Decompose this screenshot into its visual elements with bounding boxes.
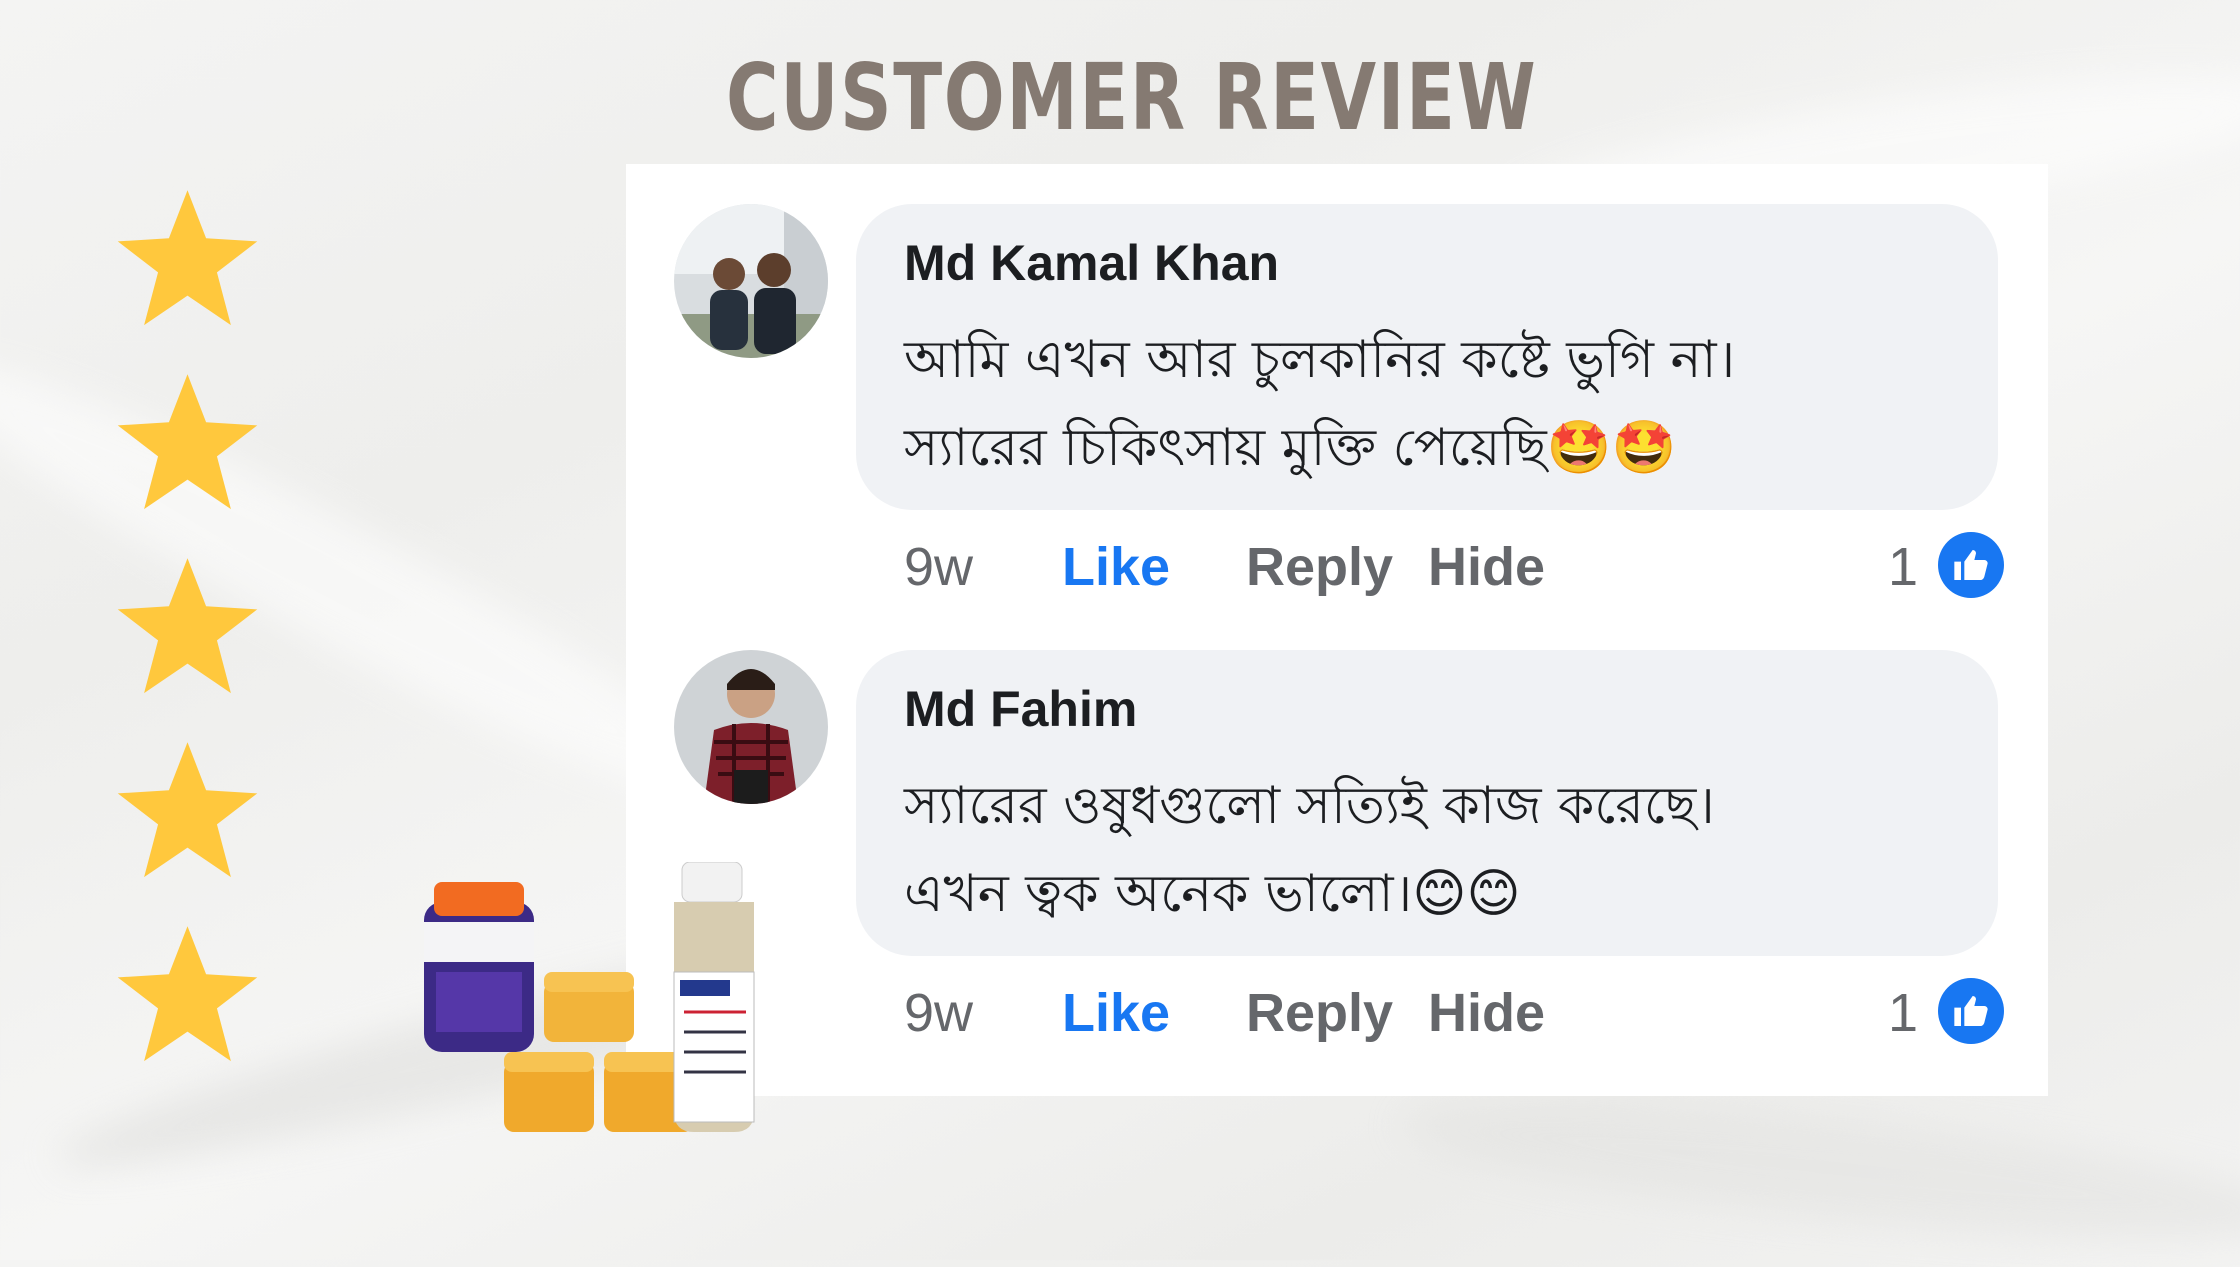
reaction-count: 1 [1888, 983, 1919, 1043]
avatar-two-men-icon[interactable] [674, 204, 828, 358]
comment-author[interactable]: Md Kamal Khan [904, 234, 1279, 292]
reply-button[interactable]: Reply [1246, 536, 1393, 598]
comment-text-line: স্যারের ওষুধগুলো সত্যিই কাজ করেছে। [904, 776, 1715, 836]
comments-card: Md Kamal Khan আমি এখন আর চুলকানির কষ্টে … [626, 164, 2048, 1096]
comment-text-line: এখন ত্বক অনেক ভালো।😊😊 [904, 850, 1715, 938]
rating-stars [110, 180, 270, 1100]
comment-text-line-body: এখন ত্বক অনেক ভালো। [904, 864, 1413, 924]
comment-bubble: Md Fahim স্যারের ওষুধগুলো সত্যিই কাজ করে… [856, 650, 1998, 956]
page-title: CUSTOMER REVIEW [726, 44, 1538, 151]
hide-button[interactable]: Hide [1428, 982, 1545, 1044]
star-icon [117, 558, 258, 694]
comment-text: স্যারের ওষুধগুলো সত্যিই কাজ করেছে। এখন ত… [904, 762, 1715, 938]
star-icon [117, 926, 258, 1062]
star-icon [117, 742, 258, 878]
avatar-man-checked-shirt-icon[interactable] [674, 650, 828, 804]
comment-text: আমি এখন আর চুলকানির কষ্টে ভুগি না। স্যার… [904, 316, 1735, 492]
comment-text-line-body: স্যারের চিকিৎসায় মুক্তি পেয়েছি [904, 418, 1547, 478]
like-button[interactable]: Like [1062, 982, 1170, 1044]
reply-button[interactable]: Reply [1246, 982, 1393, 1044]
reaction-count: 1 [1888, 537, 1919, 597]
product-bottles-image [424, 862, 755, 1132]
like-button[interactable]: Like [1062, 536, 1170, 598]
comment-text-line: আমি এখন আর চুলকানির কষ্টে ভুগি না। [904, 330, 1736, 390]
comment-timestamp[interactable]: 9w [904, 536, 973, 598]
star-icon [117, 374, 258, 510]
fabric-fold [1397, 1073, 2240, 1267]
comment-bubble: Md Kamal Khan আমি এখন আর চুলকানির কষ্টে … [856, 204, 1998, 510]
comment-text-line: স্যারের চিকিৎসায় মুক্তি পেয়েছি🤩🤩 [904, 404, 1735, 492]
thumbs-up-icon [1938, 978, 2004, 1044]
star-struck-emoji-icon: 🤩🤩 [1546, 418, 1677, 478]
comment-timestamp[interactable]: 9w [904, 982, 973, 1044]
comment-author[interactable]: Md Fahim [904, 680, 1137, 738]
smiling-emoji-icon: 😊😊 [1412, 864, 1521, 924]
star-icon [117, 190, 258, 326]
thumbs-up-icon [1938, 532, 2004, 598]
hide-button[interactable]: Hide [1428, 536, 1545, 598]
